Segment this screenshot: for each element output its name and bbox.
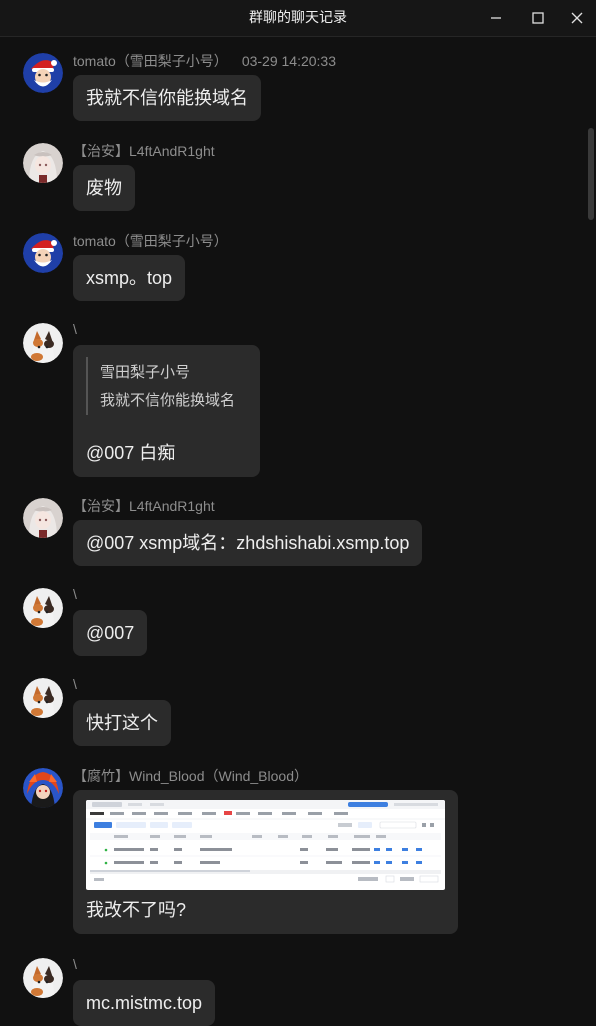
calico-cat-avatar[interactable] bbox=[23, 588, 63, 628]
message-timestamp: 03-29 14:20:33 bbox=[241, 53, 337, 69]
sender-name: 【腐竹】Wind_Blood（Wind_Blood） bbox=[73, 768, 308, 784]
sender-name: \ bbox=[73, 586, 77, 602]
calico-cat-avatar[interactable] bbox=[23, 323, 63, 363]
quoted-message[interactable]: 雪田梨子小号 我就不信你能换域名 bbox=[86, 357, 247, 415]
quote-text: 我就不信你能换域名 bbox=[100, 392, 236, 409]
dns-records-screenshot[interactable] bbox=[86, 800, 445, 890]
sender-name: \ bbox=[73, 676, 77, 692]
maximize-icon bbox=[532, 12, 544, 24]
minimize-button[interactable] bbox=[476, 0, 516, 36]
message-bubble[interactable]: 快打这个 bbox=[73, 700, 171, 746]
santa-avatar[interactable] bbox=[23, 53, 63, 93]
sender-name: 【治安】L4ftAndR1ght bbox=[73, 143, 215, 159]
message-bubble[interactable]: xsmp。top bbox=[73, 255, 186, 301]
close-icon bbox=[571, 12, 583, 24]
message-bubble[interactable]: @007 xsmp域名：zhdshishabi.xsmp.top bbox=[73, 520, 423, 566]
maximize-button[interactable] bbox=[518, 0, 558, 36]
message-bubble[interactable]: 雪田梨子小号 我就不信你能换域名 @007 白痴 bbox=[73, 345, 260, 477]
quote-author: 雪田梨子小号 bbox=[100, 364, 191, 381]
santa-avatar[interactable] bbox=[23, 233, 63, 273]
anime-girl-avatar[interactable] bbox=[23, 498, 63, 538]
minimize-icon bbox=[491, 17, 501, 19]
close-button[interactable] bbox=[557, 0, 596, 36]
image-message-bubble[interactable]: 我改不了吗? bbox=[73, 790, 458, 934]
sender-name: tomato（雪田梨子小号） bbox=[73, 233, 228, 249]
scrollbar[interactable] bbox=[586, 36, 596, 1019]
calico-cat-avatar[interactable] bbox=[23, 958, 63, 998]
anime-girl-avatar[interactable] bbox=[23, 143, 63, 183]
sender-name: tomato（雪田梨子小号） 03-29 14:20:33 bbox=[73, 53, 337, 69]
message-text: 我改不了吗? bbox=[86, 900, 187, 920]
message-bubble[interactable]: 我就不信你能换域名 bbox=[73, 75, 261, 121]
sender-name: \ bbox=[73, 956, 77, 972]
red-hair-avatar[interactable] bbox=[23, 768, 63, 808]
sender-name: \ bbox=[73, 321, 77, 337]
message-bubble[interactable]: mc.mistmc.top bbox=[73, 980, 216, 1026]
message-bubble[interactable]: 废物 bbox=[73, 165, 135, 211]
scrollbar-thumb[interactable] bbox=[588, 128, 594, 220]
message-bubble[interactable]: @007 bbox=[73, 610, 148, 656]
title-bar: 群聊的聊天记录 bbox=[0, 0, 596, 37]
calico-cat-avatar[interactable] bbox=[23, 678, 63, 718]
sender-name: 【治安】L4ftAndR1ght bbox=[73, 498, 215, 514]
message-text: @007 白痴 bbox=[86, 443, 176, 463]
